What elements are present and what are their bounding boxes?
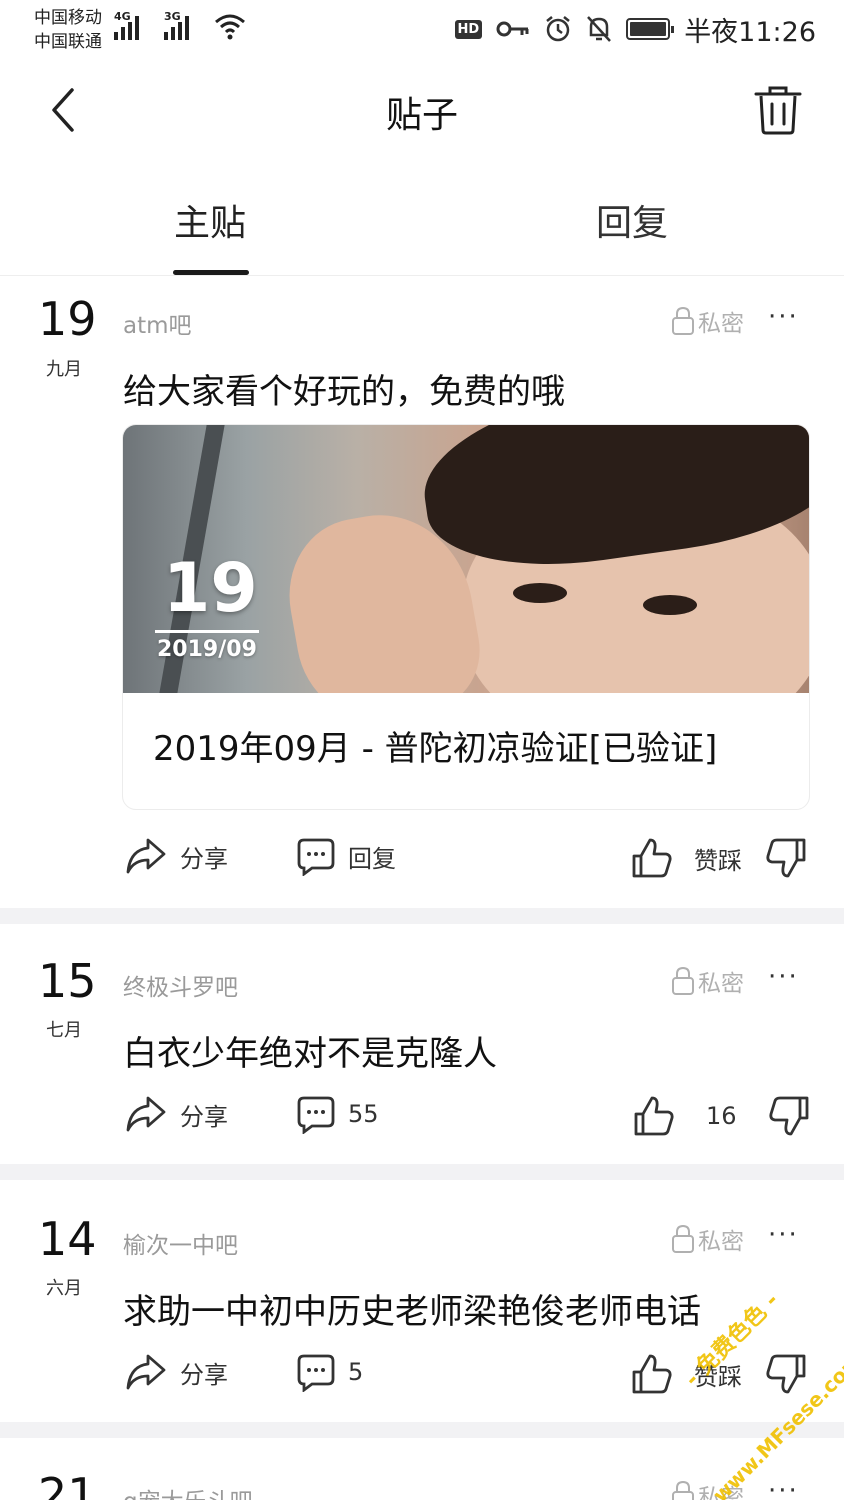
private-badge[interactable]: 私密 [670, 1222, 744, 1256]
post-separator [0, 1422, 844, 1438]
vote-count: 16 [706, 1102, 737, 1130]
carrier-2: 中国联通 [34, 32, 102, 52]
post-title[interactable]: 求助一中初中历史老师梁艳俊老师电话 [123, 1284, 701, 1333]
tab-main-post[interactable]: 主贴 [174, 194, 246, 246]
image-date-overlay: 2019/09 [157, 637, 257, 662]
private-label: 私密 [698, 311, 744, 337]
lock-icon [672, 1224, 694, 1253]
post-image: 19 2019/09 [123, 425, 809, 693]
key-icon [496, 21, 529, 37]
wifi-icon [215, 14, 245, 40]
lock-icon [672, 966, 694, 995]
post-separator [0, 908, 844, 924]
thumbs-up-icon[interactable] [630, 1352, 674, 1396]
vote-label: 赞踩 [694, 846, 742, 875]
share-label: 分享 [180, 844, 228, 873]
private-label: 私密 [698, 971, 744, 997]
post-item[interactable]: 19 九月 atm吧 私密 ··· 给大家看个好玩的，免费的哦 19 2019/… [0, 278, 844, 908]
more-options-icon[interactable]: ··· [768, 302, 799, 332]
reply-button[interactable]: 55 [296, 1094, 379, 1134]
vote-group: 16 [632, 1094, 811, 1138]
carrier-info: 中国移动 中国联通 [34, 6, 102, 54]
trash-icon[interactable] [752, 82, 804, 138]
more-options-icon[interactable]: ··· [768, 962, 799, 992]
post-day: 21 [38, 1468, 97, 1500]
reply-count: 5 [348, 1358, 364, 1386]
hd-icon: HD [454, 19, 483, 39]
private-label: 私密 [698, 1229, 744, 1255]
thumbs-down-icon[interactable] [767, 1094, 811, 1138]
thumbs-up-icon[interactable] [630, 836, 674, 880]
page-title: 贴子 [385, 95, 458, 136]
post-title[interactable]: 给大家看个好玩的，免费的哦 [123, 364, 565, 413]
post-card[interactable]: 19 2019/09 2019年09月 - 普陀初凉验证[已验证] [122, 424, 810, 810]
post-actions: 分享 回复 赞踩 [0, 836, 844, 896]
forum-name[interactable]: q宠大乐斗吧 [123, 1482, 253, 1500]
share-icon [126, 838, 166, 874]
battery-icon [626, 18, 675, 40]
tab-bar: 主贴 回复 [0, 158, 844, 276]
forum-name[interactable]: 终极斗罗吧 [123, 968, 238, 1002]
signal-icon-2: 3G [164, 10, 189, 40]
nav-bar: 贴子 [0, 62, 844, 158]
comment-icon [297, 1096, 335, 1134]
post-month: 九月 [46, 359, 82, 380]
carrier-1: 中国移动 [34, 8, 102, 28]
active-tab-indicator [173, 270, 249, 275]
alarm-icon [546, 16, 570, 42]
thumbs-down-icon[interactable] [764, 836, 808, 880]
post-month: 七月 [46, 1020, 82, 1041]
card-title: 2019年09月 - 普陀初凉验证[已验证] [153, 729, 718, 769]
status-right: HD 半夜11:26 [454, 12, 816, 48]
image-day-overlay: 19 [163, 549, 258, 628]
post-item[interactable]: 15 七月 终极斗罗吧 私密 ··· 白衣少年绝对不是克隆人 分享 55 16 [0, 924, 844, 1164]
reply-button[interactable]: 5 [296, 1352, 363, 1392]
post-day: 14 [38, 1212, 97, 1266]
post-item[interactable]: 14 六月 榆次一中吧 私密 ··· 求助一中初中历史老师梁艳俊老师电话 分享 … [0, 1180, 844, 1422]
comment-icon [297, 838, 335, 876]
share-button[interactable]: 分享 [124, 1352, 228, 1392]
status-bar: 中国移动 中国联通 4G 3G HD 半夜11:26 [0, 0, 844, 62]
signal-icon-1: 4G [114, 10, 139, 40]
post-day: 19 [38, 292, 97, 346]
share-label: 分享 [180, 1360, 228, 1389]
lock-icon [672, 306, 694, 335]
post-actions: 分享 55 16 [0, 1094, 844, 1154]
thumbs-down-icon[interactable] [764, 1352, 808, 1396]
share-button[interactable]: 分享 [124, 836, 228, 876]
reply-label: 回复 [348, 844, 396, 873]
forum-name[interactable]: 榆次一中吧 [123, 1226, 238, 1260]
post-day: 15 [38, 954, 97, 1008]
forum-name[interactable]: atm吧 [123, 306, 192, 340]
share-icon [126, 1096, 166, 1132]
comment-icon [297, 1354, 335, 1392]
lock-icon [672, 1480, 694, 1500]
share-label: 分享 [180, 1102, 228, 1131]
share-icon [126, 1354, 166, 1390]
reply-count: 55 [348, 1100, 379, 1128]
post-title[interactable]: 白衣少年绝对不是克隆人 [123, 1026, 497, 1075]
private-badge[interactable]: 私密 [670, 304, 744, 338]
tab-replies[interactable]: 回复 [596, 194, 668, 246]
post-separator [0, 1164, 844, 1180]
more-options-icon[interactable]: ··· [768, 1220, 799, 1250]
share-button[interactable]: 分享 [124, 1094, 228, 1134]
clock: 半夜11:26 [684, 16, 816, 48]
reply-button[interactable]: 回复 [296, 836, 396, 876]
post-month: 六月 [46, 1278, 82, 1299]
vote-group: 赞踩 [630, 836, 808, 880]
more-options-icon[interactable]: ··· [768, 1476, 799, 1500]
thumbs-up-icon[interactable] [632, 1094, 676, 1138]
private-badge[interactable]: 私密 [670, 964, 744, 998]
mute-bell-icon [587, 16, 612, 42]
